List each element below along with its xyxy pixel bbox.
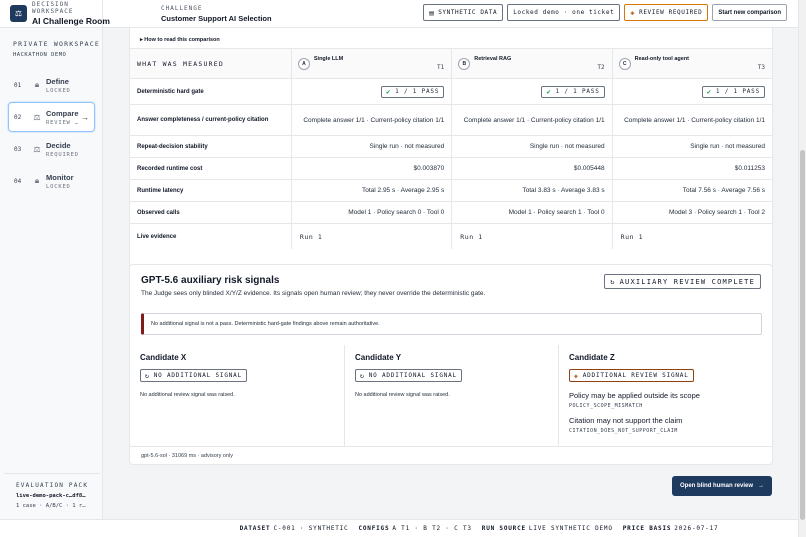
main-content: ▸ How to read this comparison WHAT WAS M… (104, 28, 798, 519)
table-row: Observed calls Model 1 · Policy search 0… (130, 201, 772, 223)
notice-banner: No additional signal is not a pass. Dete… (141, 313, 762, 335)
sidebar: PRIVATE WORKSPACE HACKATHON DEMO 01 🔒︎ D… (0, 28, 103, 519)
signal-badge: ↻ NO ADDITIONAL SIGNAL (355, 369, 462, 382)
finding: Policy may be applied outside its scope … (569, 391, 700, 409)
table-row: Repeat-decision stability Single run · n… (130, 135, 772, 157)
brand-logo-icon: ⚖ (10, 5, 27, 22)
start-new-comparison-button[interactable]: Start new comparison (712, 4, 787, 21)
how-to-read-toggle[interactable]: ▸ How to read this comparison (140, 37, 220, 43)
brand-kicker: DECISION WORKSPACE (32, 1, 74, 15)
comparison-card: ▸ How to read this comparison WHAT WAS M… (129, 28, 773, 282)
compare-icon: ⚖ (33, 112, 41, 122)
top-bar: ⚖ DECISION WORKSPACE AI Challenge Room C… (0, 0, 798, 28)
candidate-y: Candidate Y ↻ NO ADDITIONAL SIGNAL No add… (344, 345, 558, 446)
database-icon: ▤ (429, 8, 435, 17)
lock-icon: 🔒︎ (34, 176, 40, 185)
synthetic-data-badge: ▤ SYNTHETIC DATA (423, 4, 504, 21)
run-link-a[interactable]: Run 1 (290, 224, 451, 249)
model-a-header: A Single LLM T1 (290, 49, 451, 78)
step-compare[interactable]: 02 ⚖ Compare REVIEW … → (8, 102, 95, 132)
locked-demo-badge: Locked demo · one ticket (507, 4, 621, 21)
workspace-kicker: PRIVATE WORKSPACE (13, 40, 100, 48)
scrollbar-thumb[interactable] (800, 150, 805, 520)
check-circle-icon: ✔ (706, 87, 712, 96)
table-row: Live evidence Run 1 Run 1 Run 1 (130, 223, 772, 249)
pass-badge: ✔ 1 / 1 PASS (381, 85, 445, 98)
refresh-icon: ↻ (145, 371, 150, 380)
review-required-badge: ◈ REVIEW REQUIRED (624, 4, 709, 21)
refresh-icon: ↻ (610, 277, 616, 286)
table-row: Runtime latency Total 2.95 s · Average 2… (130, 179, 772, 201)
check-circle-icon: ✔ (386, 87, 392, 96)
finding: Citation may not support the claim CITAT… (569, 416, 683, 434)
aux-subtitle: The Judge sees only blinded X/Y/Z eviden… (141, 290, 486, 297)
auxiliary-signals-card: GPT-5.6 auxiliary risk signals The Judge… (129, 264, 773, 465)
pass-badge: ✔ 1 / 1 PASS (701, 85, 765, 98)
run-link-b[interactable]: Run 1 (451, 224, 611, 249)
aux-footer: gpt-5.6-sol · 31069 ms · advisory only (141, 453, 234, 459)
status-footer: DATASET C-001 · SYNTHETIC CONFIGS A T1 · B… (0, 519, 798, 537)
signal-badge: ↻ NO ADDITIONAL SIGNAL (140, 369, 247, 382)
challenge-kicker: CHALLENGE (161, 4, 203, 12)
evaluation-pack-id: live-demo-pack-c…df8… (16, 493, 86, 499)
workspace-sub: HACKATHON DEMO (13, 52, 67, 58)
comparison-table: WHAT WAS MEASURED A Single LLM T1 B Retri… (130, 48, 772, 249)
signal-badge: ◈ ADDITIONAL REVIEW SIGNAL (569, 369, 694, 382)
evaluation-pack-meta: 1 case · A/B/C · 1 r… (16, 503, 86, 509)
warning-icon: ◈ (630, 8, 636, 17)
table-header: WHAT WAS MEASURED A Single LLM T1 B Retri… (130, 48, 772, 78)
table-row: Recorded runtime cost $0.003870 $0.00544… (130, 157, 772, 179)
step-define[interactable]: 01 🔒︎ Define LOCKED (8, 70, 95, 100)
model-b-header: B Retrieval RAG T2 (451, 49, 611, 78)
table-row: Deterministic hard gate ✔ 1 / 1 PASS ✔ 1 /… (130, 78, 772, 104)
model-c-header: C Read-only tool agent T3 (611, 49, 772, 78)
brand: ⚖ DECISION WORKSPACE AI Challenge Room (0, 0, 110, 28)
refresh-icon: ↻ (360, 371, 365, 380)
step-decide[interactable]: 03 ⚖ Decide REQUIRED (8, 134, 95, 164)
brand-title: AI Challenge Room (32, 16, 110, 26)
table-row: Answer completeness / current-policy cit… (130, 104, 772, 135)
candidates-row: Candidate X ↻ NO ADDITIONAL SIGNAL No add… (130, 345, 772, 447)
run-link-c[interactable]: Run 1 (611, 224, 772, 249)
evaluation-pack: EVALUATION PACK live-demo-pack-c…df8… 1 … (4, 473, 100, 509)
aux-title: GPT-5.6 auxiliary risk signals (141, 275, 280, 286)
candidate-x: Candidate X ↻ NO ADDITIONAL SIGNAL No add… (130, 345, 344, 446)
arrow-right-icon: → (758, 483, 764, 489)
open-blind-review-button[interactable]: Open blind human review → (671, 476, 772, 496)
pass-badge: ✔ 1 / 1 PASS (541, 85, 605, 98)
check-circle-icon: ✔ (546, 87, 552, 96)
challenge-title: Customer Support AI Selection (161, 13, 272, 23)
candidate-z: Candidate Z ◈ ADDITIONAL REVIEW SIGNAL Po… (558, 345, 772, 446)
warning-icon: ◈ (574, 371, 579, 380)
aux-status-badge: ↻ AUXILIARY REVIEW COMPLETE (604, 274, 761, 289)
lock-icon: 🔒︎ (34, 80, 40, 89)
challenge-header: CHALLENGE Customer Support AI Selection (103, 5, 272, 23)
arrow-right-icon: → (81, 112, 89, 122)
scale-icon: ⚖ (33, 144, 41, 154)
scrollbar[interactable] (798, 0, 806, 537)
step-monitor[interactable]: 04 🔒︎ Monitor LOCKED (8, 166, 95, 196)
